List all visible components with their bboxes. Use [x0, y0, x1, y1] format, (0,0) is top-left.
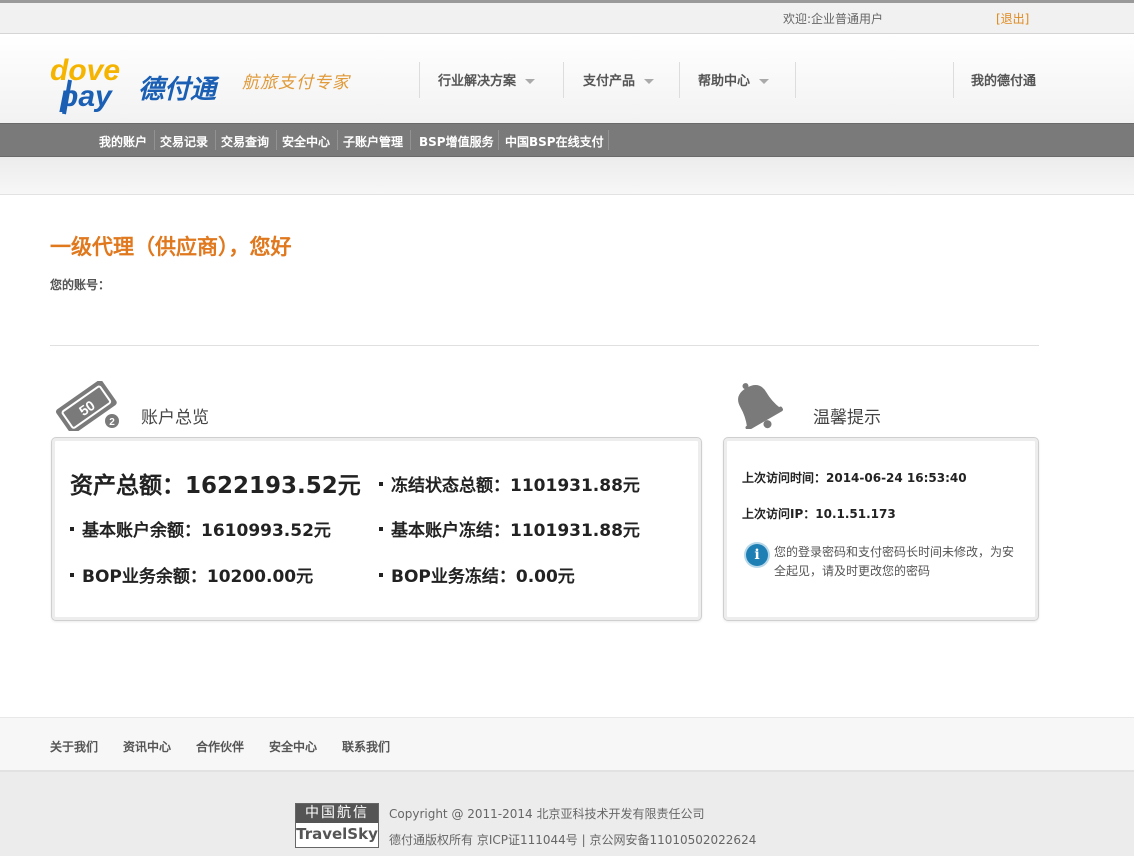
subnav-security-center[interactable]: 安全中心: [282, 133, 330, 150]
frozen-total-text: 冻结状态总额：1101931.88元: [391, 476, 640, 496]
bullet: [379, 482, 383, 486]
nav-divider: [563, 62, 564, 98]
nav-label: 行业解决方案: [438, 74, 517, 89]
travelsky-logo-cn: 中国航信: [296, 804, 378, 823]
logo-graphic: dove pay 德付通: [50, 54, 220, 115]
subnav-divider: [498, 130, 499, 150]
footer-security-center[interactable]: 安全中心: [269, 738, 317, 755]
bullet: [379, 527, 383, 531]
subnav-transaction-query[interactable]: 交易查询: [221, 133, 269, 150]
nav-divider: [679, 62, 680, 98]
subnav-divider: [276, 130, 277, 150]
nav-my-dovepay[interactable]: 我的德付通: [971, 70, 1036, 89]
subnav-bsp-value-added[interactable]: BSP增值服务: [419, 133, 494, 150]
nav-industry-solutions[interactable]: 行业解决方案: [438, 70, 536, 89]
page-title: 一级代理（供应商），您好: [50, 235, 292, 259]
top-user-bar: [0, 0, 1134, 34]
bop-balance: BOP业务余额：10200.00元: [70, 562, 313, 587]
chevron-down-icon: [644, 79, 655, 84]
header-band: [0, 157, 1134, 195]
subnav-divider: [154, 130, 155, 150]
svg-text:2: 2: [109, 417, 115, 428]
bop-frozen: BOP业务冻结：0.00元: [379, 562, 575, 587]
nav-divider: [795, 62, 796, 98]
subnav-divider: [215, 130, 216, 150]
info-icon: i: [746, 544, 768, 566]
footer-contact-us[interactable]: 联系我们: [342, 738, 390, 755]
basic-frozen-text: 基本账户冻结：1101931.88元: [391, 521, 640, 541]
copyright-text: Copyright @ 2011-2014 北京亚科技术开发有限责任公司: [389, 807, 705, 821]
welcome-text: 欢迎:企业普通用户: [783, 12, 884, 26]
bop-balance-text: BOP业务余额：10200.00元: [82, 567, 314, 587]
bop-frozen-text: BOP业务冻结：0.00元: [391, 567, 575, 587]
basic-frozen: 基本账户冻结：1101931.88元: [379, 516, 640, 541]
svg-text:德付通: 德付通: [138, 75, 220, 105]
last-visit-ip: 上次访问IP：10.1.51.173: [742, 507, 896, 521]
subnav-transaction-records[interactable]: 交易记录: [160, 133, 208, 150]
last-visit-time: 上次访问时间：2014-06-24 16:53:40: [742, 471, 967, 485]
slogan: 航旅支付专家: [242, 73, 350, 93]
tips-panel: [723, 437, 1039, 621]
nav-divider: [419, 62, 420, 98]
subnav-sub-accounts[interactable]: 子账户管理: [343, 133, 403, 150]
frozen-total: 冻结状态总额：1101931.88元: [379, 471, 640, 496]
section-divider: [50, 345, 1039, 346]
overview-title: 账户总览: [141, 408, 209, 428]
travelsky-logo-en: TravelSky: [296, 825, 378, 843]
bell-icon: [728, 379, 786, 431]
subnav-divider: [337, 130, 338, 150]
subnav-china-bsp-payment[interactable]: 中国BSP在线支付: [505, 133, 604, 150]
subnav-my-account[interactable]: 我的账户: [99, 133, 147, 150]
total-assets: 资产总额：1622193.52元: [70, 473, 361, 499]
subnav-divider: [410, 130, 411, 150]
nav-payment-products[interactable]: 支付产品: [583, 70, 655, 89]
footer-partners[interactable]: 合作伙伴: [196, 738, 244, 755]
security-notice: 您的登录密码和支付密码长时间未修改，为安全起见，请及时更改您的密码: [774, 545, 1015, 578]
coupon-icon: 50 2: [52, 379, 124, 435]
tips-title: 温馨提示: [813, 408, 881, 428]
nav-divider: [953, 62, 954, 98]
nav-help-center[interactable]: 帮助中心: [698, 70, 770, 89]
dovepay-logo[interactable]: dove pay 德付通: [50, 50, 230, 118]
license-text: 德付通版权所有 京ICP证111044号 | 京公网安备110105020226…: [389, 833, 757, 847]
basic-balance-text: 基本账户余额：1610993.52元: [82, 521, 331, 541]
bullet: [379, 573, 383, 577]
basic-balance: 基本账户余额：1610993.52元: [70, 516, 331, 541]
footer-news-center[interactable]: 资讯中心: [123, 738, 171, 755]
nav-label: 支付产品: [583, 74, 636, 89]
chevron-down-icon: [759, 79, 770, 84]
account-label: 您的账号：: [50, 278, 111, 292]
bullet: [70, 573, 74, 577]
subnav-divider: [608, 130, 609, 150]
bullet: [70, 527, 74, 531]
logout-link[interactable]: [退出]: [996, 10, 1029, 27]
chevron-down-icon: [525, 79, 536, 84]
footer-about-us[interactable]: 关于我们: [50, 738, 98, 755]
travelsky-logo: 中国航信 TravelSky: [295, 803, 379, 848]
nav-label: 帮助中心: [698, 74, 751, 89]
